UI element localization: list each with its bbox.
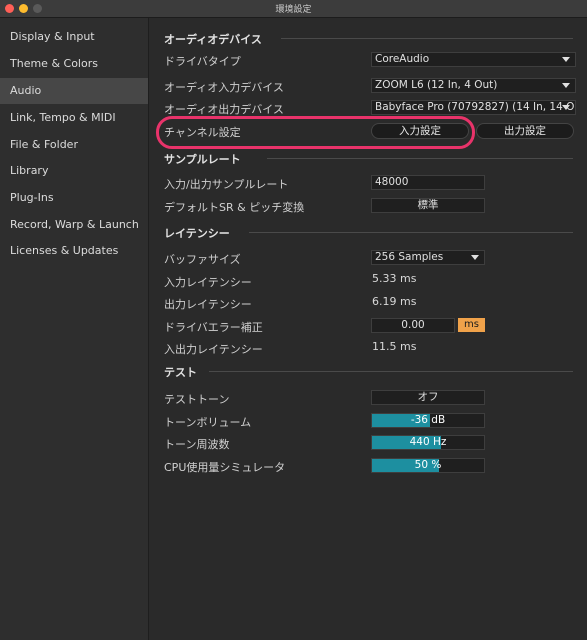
sample-rate-heading: サンプルレート: [164, 153, 241, 166]
section-divider: [249, 232, 573, 233]
driver-type-value: CoreAudio: [375, 53, 430, 65]
driver-type-dropdown[interactable]: CoreAudio: [371, 52, 576, 67]
section-divider: [209, 371, 573, 372]
buffer-size-value: 256 Samples: [375, 251, 444, 263]
input-device-value: ZOOM L6 (12 In, 4 Out): [375, 79, 498, 91]
audio-device-heading: オーディオデバイス: [164, 33, 262, 46]
section-divider: [281, 38, 573, 39]
test-tone-value: オフ: [417, 391, 439, 403]
buffer-size-dropdown[interactable]: 256 Samples: [371, 250, 485, 265]
output-device-value: Babyface Pro (70792827) (14 In, 14 O: [375, 101, 575, 113]
output-device-dropdown[interactable]: Babyface Pro (70792827) (14 In, 14 O: [371, 100, 576, 115]
input-device-label: オーディオ入力デバイス: [164, 81, 284, 94]
tone-frequency-slider[interactable]: 440 Hz: [371, 435, 485, 450]
cpu-simulator-value: 50 %: [414, 459, 442, 471]
sample-rate-value: 48000: [375, 176, 409, 188]
driver-type-label: ドライバタイプ: [164, 55, 241, 68]
tone-volume-label: トーンボリューム: [164, 416, 252, 429]
tone-frequency-label: トーン周波数: [164, 438, 230, 451]
sidebar-item-file-folder[interactable]: File & Folder: [0, 132, 148, 158]
input-device-dropdown[interactable]: ZOOM L6 (12 In, 4 Out): [371, 78, 576, 93]
sidebar-item-library[interactable]: Library: [0, 158, 148, 184]
default-sr-selector[interactable]: 標準: [371, 198, 485, 213]
cpu-simulator-slider[interactable]: 50 %: [371, 458, 485, 473]
cpu-simulator-label: CPU使用量シミュレータ: [164, 461, 286, 474]
highlight-ring: [156, 116, 475, 149]
tone-volume-slider[interactable]: -36 dB: [371, 413, 485, 428]
sidebar-item-audio[interactable]: Audio: [0, 78, 148, 104]
tone-frequency-value: 440 Hz: [409, 436, 447, 448]
test-tone-toggle[interactable]: オフ: [371, 390, 485, 405]
output-config-button[interactable]: 出力設定: [476, 123, 574, 139]
sidebar-item-link-tempo-midi[interactable]: Link, Tempo & MIDI: [0, 105, 148, 131]
sample-rate-label: 入力/出力サンプルレート: [164, 178, 289, 191]
window-title: 環境設定: [275, 5, 312, 15]
sample-rate-field[interactable]: 48000: [371, 175, 485, 190]
driver-error-field[interactable]: 0.00: [371, 318, 455, 333]
driver-error-value: 0.00: [401, 319, 425, 331]
sidebar-item-display-input[interactable]: Display & Input: [0, 24, 148, 50]
sidebar-item-theme-colors[interactable]: Theme & Colors: [0, 51, 148, 77]
section-divider: [267, 158, 573, 159]
input-latency-value: 5.33 ms: [372, 272, 417, 285]
sidebar-item-record-warp-launch[interactable]: Record, Warp & Launch: [0, 212, 148, 238]
sidebar-item-plug-ins[interactable]: Plug-Ins: [0, 185, 148, 211]
buffer-size-label: バッファサイズ: [164, 253, 241, 266]
output-latency-label: 出力レイテンシー: [164, 298, 252, 311]
input-latency-label: 入力レイテンシー: [164, 276, 252, 289]
title-bar: 環境設定: [0, 0, 587, 18]
output-device-label: オーディオ出力デバイス: [164, 103, 284, 116]
test-tone-label: テストトーン: [164, 393, 230, 406]
default-sr-label: デフォルトSR & ピッチ変換: [164, 201, 305, 214]
ms-unit-badge: ms: [458, 318, 485, 332]
default-sr-value: 標準: [417, 199, 439, 211]
io-latency-value: 11.5 ms: [372, 340, 417, 353]
sidebar-item-licenses-updates[interactable]: Licenses & Updates: [0, 238, 148, 264]
latency-heading: レイテンシー: [164, 227, 230, 240]
driver-error-label: ドライバエラー補正: [164, 321, 263, 334]
sidebar: Display & Input Theme & Colors Audio Lin…: [0, 18, 149, 640]
output-latency-value: 6.19 ms: [372, 295, 417, 308]
tone-volume-value: -36 dB: [410, 414, 446, 426]
test-heading: テスト: [164, 366, 197, 379]
audio-preferences-panel: オーディオデバイス ドライバタイプ CoreAudio オーディオ入力デバイス …: [149, 18, 587, 640]
io-latency-label: 入出力レイテンシー: [164, 343, 263, 356]
